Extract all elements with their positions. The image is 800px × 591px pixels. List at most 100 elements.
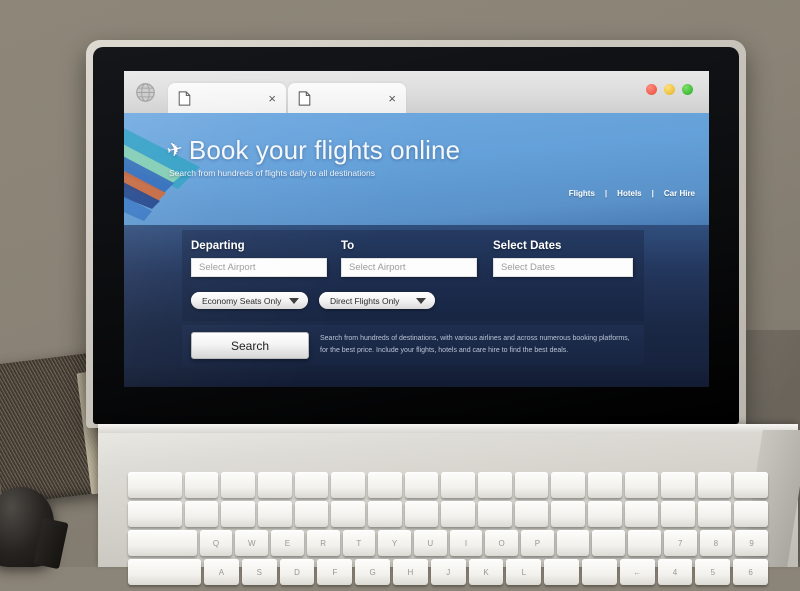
- key-k[interactable]: K: [468, 559, 504, 585]
- keyboard-row-numbers[interactable]: [128, 501, 769, 527]
- key-tab[interactable]: [128, 530, 197, 556]
- select-dates-input[interactable]: Select Dates: [493, 258, 633, 277]
- key-numpad-9[interactable]: 9: [735, 530, 768, 556]
- page-subtitle: Search from hundreds of flights daily to…: [169, 168, 376, 178]
- headline-row: ✈ Book your flights online: [165, 135, 461, 166]
- key[interactable]: [551, 501, 585, 527]
- key-d[interactable]: D: [279, 559, 315, 585]
- key[interactable]: [184, 501, 219, 527]
- window-maximize-button[interactable]: [682, 84, 693, 95]
- key[interactable]: [628, 530, 661, 556]
- key[interactable]: [544, 559, 580, 585]
- to-input[interactable]: Select Airport: [341, 258, 477, 277]
- search-button[interactable]: Search: [191, 332, 309, 359]
- cabin-class-dropdown[interactable]: Economy Seats Only: [191, 292, 308, 309]
- key[interactable]: [368, 472, 402, 498]
- keyboard-row-function[interactable]: [128, 472, 769, 498]
- key-o[interactable]: O: [485, 530, 519, 556]
- key-numpad-6[interactable]: 6: [733, 559, 769, 585]
- key[interactable]: [477, 501, 512, 527]
- key[interactable]: [331, 472, 366, 498]
- departing-input[interactable]: Select Airport: [191, 258, 327, 277]
- key[interactable]: [258, 472, 292, 498]
- key-t[interactable]: T: [342, 530, 376, 556]
- key[interactable]: [624, 472, 659, 498]
- globe-icon[interactable]: [135, 82, 156, 103]
- page-title: Book your flights online: [188, 135, 461, 165]
- key[interactable]: [221, 501, 256, 527]
- tab-close-icon[interactable]: ×: [388, 92, 396, 105]
- key-h[interactable]: H: [393, 559, 428, 585]
- key-l[interactable]: L: [506, 559, 542, 585]
- keyboard-row-home[interactable]: A S D F G H J K L ← 4 5 6: [128, 559, 769, 585]
- key-g[interactable]: G: [355, 559, 391, 585]
- dates-field-group: Select Dates Select Dates: [493, 240, 633, 277]
- key[interactable]: [697, 472, 732, 498]
- key-j[interactable]: J: [430, 559, 466, 585]
- to-field-group: To Select Airport: [341, 240, 477, 277]
- key[interactable]: [477, 472, 512, 498]
- key-numpad-7[interactable]: 7: [663, 530, 697, 556]
- key[interactable]: [661, 472, 695, 498]
- key-y[interactable]: Y: [378, 530, 411, 556]
- browser-tab[interactable]: ×: [288, 83, 406, 113]
- flight-type-dropdown[interactable]: Direct Flights Only: [319, 292, 435, 309]
- key[interactable]: [582, 559, 617, 585]
- key-q[interactable]: Q: [199, 530, 233, 556]
- key[interactable]: [128, 501, 182, 527]
- key[interactable]: [661, 501, 695, 527]
- key-a[interactable]: A: [204, 559, 239, 585]
- key[interactable]: [697, 501, 732, 527]
- key[interactable]: [734, 472, 769, 498]
- nav-link-car-hire[interactable]: Car Hire: [664, 189, 695, 198]
- key[interactable]: [592, 530, 626, 556]
- search-description-text: Search from hundreds of destinations, wi…: [320, 335, 630, 354]
- key-f[interactable]: F: [317, 559, 353, 585]
- nav-link-hotels[interactable]: Hotels: [617, 189, 641, 198]
- key-u[interactable]: U: [413, 530, 447, 556]
- key-r[interactable]: R: [306, 530, 340, 556]
- window-minimize-button[interactable]: [664, 84, 675, 95]
- key-i[interactable]: I: [449, 530, 483, 556]
- nav-link-flights[interactable]: Flights: [569, 189, 595, 198]
- key[interactable]: [294, 472, 329, 498]
- departing-label: Departing: [191, 240, 245, 252]
- key[interactable]: [441, 501, 475, 527]
- key[interactable]: [587, 472, 622, 498]
- key[interactable]: [404, 501, 439, 527]
- key[interactable]: [551, 472, 585, 498]
- key[interactable]: [331, 501, 366, 527]
- key-s[interactable]: S: [241, 559, 277, 585]
- key[interactable]: [258, 501, 292, 527]
- key-capslock[interactable]: [128, 559, 202, 585]
- keyboard-row-qwerty[interactable]: Q W E R T Y U I O P 7 8 9: [128, 530, 768, 556]
- key[interactable]: [294, 501, 329, 527]
- window-controls: [646, 84, 693, 95]
- key-numpad-4[interactable]: 4: [657, 559, 693, 585]
- nav-separator: |: [651, 189, 654, 198]
- key[interactable]: [514, 501, 549, 527]
- key-numpad-8[interactable]: 8: [699, 530, 733, 556]
- key-w[interactable]: W: [235, 530, 269, 556]
- keyboard[interactable]: Q W E R T Y U I O P 7 8 9 A S D F G H J …: [128, 472, 769, 591]
- search-form-panel: Departing Select Airport To Select Airpo…: [182, 230, 644, 321]
- key[interactable]: [556, 530, 590, 556]
- key[interactable]: [128, 472, 182, 498]
- key-p[interactable]: P: [521, 530, 554, 556]
- key[interactable]: [368, 501, 402, 527]
- key-numpad-5[interactable]: 5: [695, 559, 731, 585]
- base-front-lip: [98, 424, 798, 433]
- key[interactable]: [587, 501, 622, 527]
- key[interactable]: [184, 472, 219, 498]
- nav-separator: |: [604, 189, 608, 198]
- window-close-button[interactable]: [646, 84, 657, 95]
- key[interactable]: [221, 472, 256, 498]
- key[interactable]: [404, 472, 439, 498]
- key[interactable]: [441, 472, 475, 498]
- key[interactable]: [624, 501, 659, 527]
- key[interactable]: [514, 472, 549, 498]
- key-e[interactable]: E: [271, 530, 304, 556]
- key[interactable]: [734, 501, 769, 527]
- tab-close-icon[interactable]: ×: [268, 92, 276, 105]
- key-backspace[interactable]: ←: [619, 559, 655, 585]
